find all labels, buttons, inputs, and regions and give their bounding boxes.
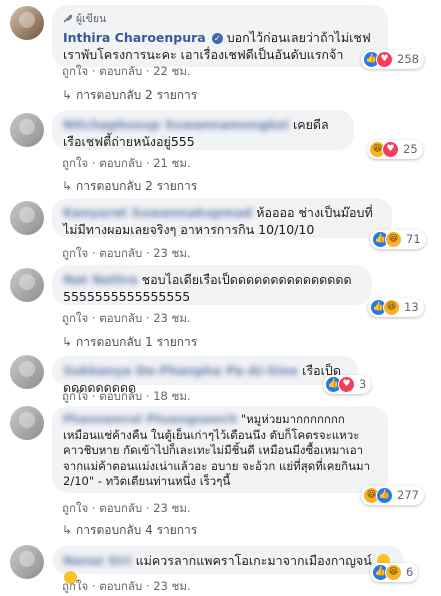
commenter-name[interactable]: Kanyarat Suwannakupmad [63, 205, 252, 220]
timestamp[interactable]: 22 ชม. [153, 64, 190, 78]
timestamp[interactable]: 21 ชม. [153, 156, 190, 170]
reply-arrow-icon: ↳ [62, 88, 73, 102]
timestamp[interactable]: 23 ชม. [153, 311, 190, 325]
haha-reaction-icon: 😆 [383, 299, 400, 316]
reaction-summary[interactable]: 👍 😆 71 [370, 230, 426, 249]
timestamp[interactable]: 23 ชม. [153, 246, 190, 260]
haha-reaction-icon: 😆 [385, 564, 402, 581]
avatar[interactable] [10, 6, 44, 40]
reaction-count: 6 [406, 565, 414, 579]
timestamp[interactable]: 23 ชม. [153, 579, 190, 593]
like-link[interactable]: ถูกใจ [62, 389, 88, 403]
like-link[interactable]: ถูกใจ [62, 156, 88, 170]
reaction-count: 258 [397, 52, 419, 66]
like-link[interactable]: ถูกใจ [62, 246, 88, 260]
commenter-name[interactable]: Nitchaphosup Suwannamongkol [63, 117, 289, 132]
avatar[interactable] [10, 355, 44, 389]
verified-check-icon: ✓ [211, 33, 223, 44]
author-badge: ผู้เขียน [63, 11, 377, 28]
comment-bubble: ผู้เขียน Inthira Charoenpura ✓ บอกไว้ก่อ… [52, 5, 388, 67]
reaction-summary[interactable]: 👍 😆 13 [368, 298, 424, 317]
reply-link[interactable]: ตอบกลับ [99, 501, 142, 515]
view-replies-link[interactable]: ↳ การตอบกลับ 2 รายการ [62, 86, 197, 105]
love-reaction-icon: ♥ [382, 141, 399, 158]
reply-arrow-icon: ↳ [62, 335, 73, 349]
comment-bubble: Phannamrat Phuengsamrit "หมูห่วยมากกกกกก… [52, 406, 388, 493]
view-replies-link[interactable]: ↳ การตอบกลับ 1 รายการ [62, 333, 197, 352]
reply-arrow-icon: ↳ [62, 523, 73, 537]
comment-bubble: Nat Nattra ชอบไอเดียเรือเป็ดดดดดดดดดดดดด… [52, 265, 372, 305]
timestamp[interactable]: 18 ชม. [153, 389, 190, 403]
avatar[interactable] [10, 545, 44, 579]
reply-link[interactable]: ตอบกลับ [99, 579, 142, 593]
avatar[interactable] [10, 113, 44, 147]
reply-link[interactable]: ตอบกลับ [99, 156, 142, 170]
comment-bubble: Sukkanya De-Phanpha Pa-Ai-Sine เรือเป็ดด… [52, 356, 358, 395]
commenter-name[interactable]: Inthira Charoenpura [63, 30, 206, 45]
like-link[interactable]: ถูกใจ [62, 64, 88, 78]
haha-reaction-icon: 😆 [385, 231, 402, 248]
reaction-summary[interactable]: 👍 ♥ 3 [323, 375, 372, 394]
reaction-summary[interactable]: 👍 ♥ 258 [361, 50, 424, 69]
reaction-count: 71 [406, 232, 421, 246]
reaction-count: 25 [403, 142, 418, 156]
avatar[interactable] [10, 201, 44, 235]
comment-actions: ถูกใจ · ตอบกลับ · 21 ชม. [62, 156, 191, 170]
reply-link[interactable]: ตอบกลับ [99, 64, 142, 78]
reaction-summary[interactable]: 😆 ♥ 25 [367, 140, 423, 159]
comment-text: แม่ควรลากแพคราโอเกะมาจากเมืองกาญจน์ [135, 553, 372, 568]
reply-link[interactable]: ตอบกลับ [99, 389, 142, 403]
like-link[interactable]: ถูกใจ [62, 579, 88, 593]
commenter-name[interactable]: Phannamrat Phuengsamrit [63, 412, 237, 426]
comment-actions: ถูกใจ · ตอบกลับ · 23 ชม. [62, 579, 191, 593]
view-replies-link[interactable]: ↳ การตอบกลับ 2 รายการ [62, 177, 197, 196]
comment-body: Inthira Charoenpura ✓ บอกไว้ก่อนเลยว่าถ้… [63, 29, 377, 63]
comment-actions: ถูกใจ · ตอบกลับ · 18 ชม. [62, 389, 191, 403]
commenter-name[interactable]: Nat Nattra [63, 272, 138, 287]
reply-link[interactable]: ตอบกลับ [99, 246, 142, 260]
comment-actions: ถูกใจ · ตอบกลับ · 23 ชม. [62, 311, 191, 325]
love-reaction-icon: ♥ [338, 376, 355, 393]
commenter-name[interactable]: Sukkanya De-Phanpha Pa-Ai-Sine [63, 363, 298, 378]
feather-icon [63, 14, 72, 23]
reply-link[interactable]: ตอบกลับ [99, 311, 142, 325]
like-link[interactable]: ถูกใจ [62, 501, 88, 515]
comment-actions: ถูกใจ · ตอบกลับ · 23 ชม. [62, 246, 191, 260]
comment-actions: ถูกใจ · ตอบกลับ · 22 ชม. [62, 64, 191, 78]
like-reaction-icon: 👍 [376, 487, 393, 504]
reaction-summary[interactable]: 👍 😆 6 [370, 563, 419, 582]
comment-bubble: Nanai Siri แม่ควรลากแพคราโอเกะมาจากเมือง… [52, 546, 404, 584]
comment-bubble: Kanyarat Suwannakupmad ห้ออออ ช่างเป็นม๊… [52, 198, 392, 238]
view-replies-link[interactable]: ↳ การตอบกลับ 4 รายการ [62, 521, 197, 540]
like-link[interactable]: ถูกใจ [62, 311, 88, 325]
commenter-name[interactable]: Nanai Siri [63, 553, 132, 568]
avatar[interactable] [10, 406, 44, 440]
reaction-count: 277 [397, 488, 419, 502]
avatar[interactable] [10, 268, 44, 302]
reaction-count: 13 [404, 300, 419, 314]
comment-bubble: Nitchaphosup Suwannamongkol เคยดีลเรือเช… [52, 110, 354, 150]
timestamp[interactable]: 23 ชม. [153, 501, 190, 515]
reaction-summary[interactable]: 😆 👍 277 [361, 486, 424, 505]
reply-arrow-icon: ↳ [62, 179, 73, 193]
comment-actions: ถูกใจ · ตอบกลับ · 23 ชม. [62, 501, 191, 515]
reaction-count: 3 [359, 377, 367, 391]
love-reaction-icon: ♥ [376, 51, 393, 68]
